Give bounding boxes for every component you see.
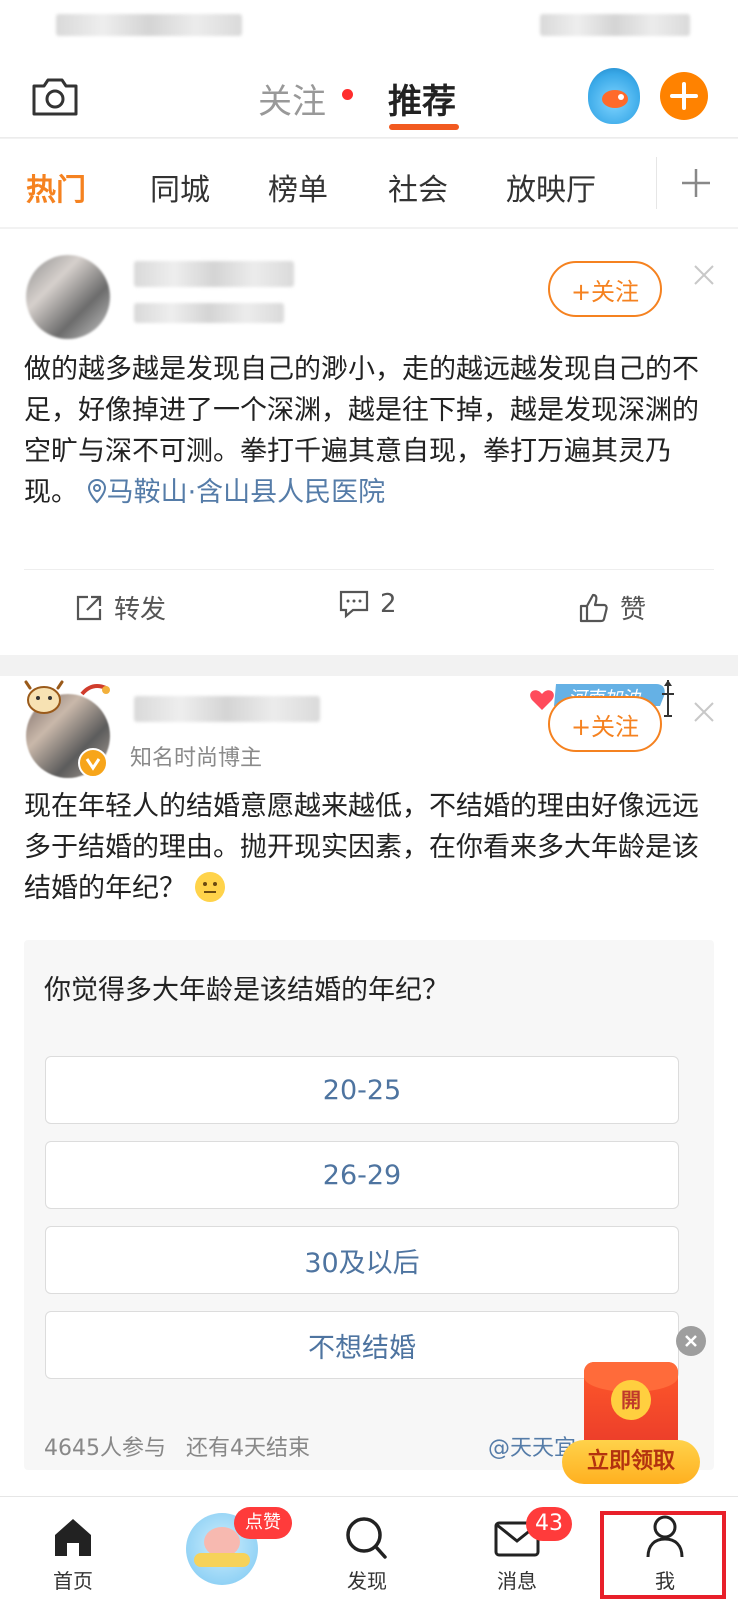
repost-button[interactable]: 转发	[74, 589, 166, 626]
tab-recommended[interactable]: 推荐	[388, 74, 456, 123]
close-icon[interactable]	[692, 700, 716, 724]
share-icon	[76, 595, 102, 620]
like-badge: 点赞	[234, 1507, 292, 1539]
verified-badge-icon	[78, 748, 108, 778]
nav-messages[interactable]: 43 消息	[462, 1497, 572, 1600]
camera-icon[interactable]	[30, 74, 80, 120]
add-category-icon[interactable]	[680, 167, 712, 199]
new-content-dot	[342, 89, 353, 100]
status-bar-left-blurred	[56, 14, 242, 36]
post-meta-blurred	[134, 303, 284, 323]
top-header: 关注 推荐	[0, 56, 738, 138]
repost-label: 转发	[114, 595, 167, 625]
envelope-seal: 開	[611, 1380, 651, 1420]
post-text: 现在年轻人的结婚意愿越来越低，不结婚的理由好像远远多于结婚的理由。抛开现实因素，…	[24, 791, 699, 904]
poll-question: 你觉得多大年龄是该结婚的年纪？	[44, 975, 449, 1006]
bottom-nav: 首页 点赞 发现 43 消息 我	[0, 1496, 738, 1600]
status-bar	[0, 0, 738, 56]
post-body[interactable]: 现在年轻人的结婚意愿越来越低，不结婚的理由好像远远多于结婚的理由。抛开现实因素，…	[24, 786, 714, 909]
nav-home[interactable]: 首页	[18, 1497, 128, 1600]
nav-mascot[interactable]: 点赞	[176, 1497, 292, 1600]
promo-close-icon[interactable]	[676, 1326, 706, 1356]
close-icon[interactable]	[692, 263, 716, 287]
author-tag: 知名时尚博主	[130, 746, 263, 771]
comment-count: 2	[380, 589, 397, 619]
location-link[interactable]: 马鞍山·含山县人民医院	[87, 477, 386, 508]
comment-icon	[339, 590, 369, 619]
fish-tank-icon[interactable]	[588, 68, 640, 124]
username-blurred[interactable]	[134, 261, 294, 287]
highlight-box	[600, 1511, 726, 1599]
poll-option[interactable]: 30及以后	[45, 1226, 679, 1294]
compose-button[interactable]	[660, 72, 708, 120]
poll-option[interactable]: 20-25	[45, 1056, 679, 1124]
category-divider	[656, 157, 657, 209]
nav-discover[interactable]: 发现	[312, 1497, 422, 1600]
nav-label: 发现	[347, 1569, 387, 1593]
thumbs-up-icon	[579, 593, 608, 622]
location-pin-icon	[87, 478, 106, 504]
search-icon	[346, 1517, 387, 1559]
poll-participants: 4645人参与	[44, 1436, 166, 1461]
like-button[interactable]: 赞	[578, 589, 646, 626]
follow-button[interactable]: +关注	[548, 696, 662, 752]
category-cinema[interactable]: 放映厅	[506, 165, 596, 209]
nav-label: 首页	[53, 1569, 93, 1593]
follow-button[interactable]: +关注	[548, 261, 662, 317]
divider	[24, 569, 714, 570]
avatar[interactable]	[26, 255, 110, 339]
message-count-badge: 43	[526, 1507, 572, 1541]
cow-ornament-icon	[22, 680, 114, 716]
nav-label: 消息	[497, 1569, 537, 1593]
poll-option[interactable]: 26-29	[45, 1141, 679, 1209]
poll-remaining: 还有4天结束	[186, 1436, 310, 1461]
status-bar-right-blurred	[540, 14, 690, 36]
home-icon	[55, 1519, 91, 1556]
location-text: 马鞍山·含山县人民医院	[106, 477, 386, 508]
category-hot[interactable]: 热门	[26, 165, 86, 209]
username-blurred[interactable]	[134, 696, 320, 722]
action-bar: 转发 2 赞	[0, 589, 738, 639]
post-body[interactable]: 做的越多越是发现自己的渺小，走的越远越发现自己的不足，好像掉进了一个深渊，越是往…	[24, 349, 714, 513]
plus-icon	[670, 82, 698, 110]
tab-following[interactable]: 关注	[258, 74, 326, 123]
post-card: +关注 做的越多越是发现自己的渺小，走的越远越发现自己的不足，好像掉进了一个深渊…	[0, 229, 738, 655]
category-local[interactable]: 同城	[150, 165, 210, 209]
category-society[interactable]: 社会	[388, 165, 448, 209]
claim-now-button[interactable]: 立即领取	[562, 1440, 700, 1484]
thinking-emoji-icon	[194, 872, 225, 902]
comment-button[interactable]: 2	[338, 589, 397, 619]
category-rankings[interactable]: 榜单	[268, 165, 328, 209]
like-label: 赞	[620, 595, 647, 625]
category-bar: 热门 同城 榜单 社会 放映厅	[0, 139, 738, 227]
active-tab-indicator	[389, 124, 459, 130]
